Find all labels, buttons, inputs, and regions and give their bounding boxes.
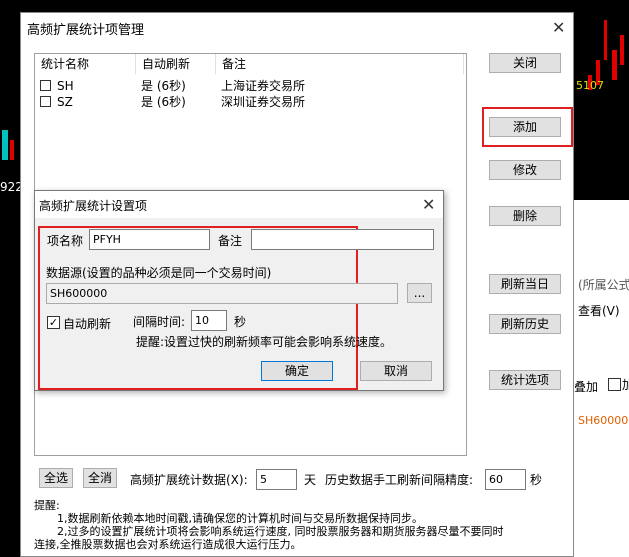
interval-time-label: 间隔时间:: [133, 315, 186, 329]
settings-dialog-title: 高频扩展统计设置项: [39, 199, 148, 213]
source-input[interactable]: SH600000: [46, 283, 398, 304]
refresh-history-button[interactable]: 刷新历史: [489, 314, 561, 334]
auto-refresh-checkbox[interactable]: ✓: [47, 316, 60, 329]
add-button[interactable]: 添加: [489, 117, 561, 137]
item-name-label: 项名称: [47, 234, 84, 248]
days-label: 高频扩展统计数据(X):: [130, 473, 248, 487]
list-item[interactable]: SH 是 (6秒) 上海证券交易所: [35, 78, 466, 94]
row-note: 上海证券交易所: [221, 79, 306, 93]
close-icon[interactable]: ✕: [422, 195, 435, 214]
ok-button[interactable]: 确定: [261, 361, 333, 381]
column-header-auto[interactable]: 自动刷新: [136, 54, 216, 74]
panel-overlay[interactable]: 叠加: [574, 378, 598, 395]
panel-symbol: SH60000: [578, 414, 629, 427]
row-name: SZ: [57, 95, 73, 109]
modify-button[interactable]: 修改: [489, 160, 561, 180]
background-chart-left: 922: [0, 0, 23, 557]
interval-time-unit: 秒: [234, 315, 247, 329]
close-icon[interactable]: ✕: [552, 18, 565, 37]
warning-text: 提醒:设置过快的刷新频率可能会影响系统速度。: [136, 335, 393, 349]
background-panel: (所属公式 查看(V) 叠加 加 SH60000: [574, 200, 629, 557]
panel-add[interactable]: 加: [622, 376, 629, 393]
main-dialog-title: 高频扩展统计项管理: [27, 23, 145, 38]
interval-time-input[interactable]: 10: [191, 310, 227, 331]
source-label: 数据源(设置的品种必须是同一个交易时间): [46, 266, 272, 280]
cancel-button[interactable]: 取消: [360, 361, 432, 381]
row-auto: 是 (6秒): [141, 79, 186, 93]
row-auto: 是 (6秒): [141, 95, 186, 109]
options-button[interactable]: 统计选项: [489, 370, 561, 390]
row-checkbox[interactable]: [40, 96, 51, 107]
delete-button[interactable]: 删除: [489, 206, 561, 226]
interval-unit: 秒: [530, 473, 543, 487]
background-chart-right: 5107: [574, 0, 629, 200]
interval-input[interactable]: 60: [485, 469, 526, 490]
note-label: 备注: [218, 234, 243, 248]
row-note: 深圳证券交易所: [221, 95, 306, 109]
auto-refresh-label[interactable]: 自动刷新: [63, 315, 111, 332]
browse-button[interactable]: ...: [407, 283, 432, 303]
panel-checkbox[interactable]: [608, 378, 621, 391]
interval-label: 历史数据手工刷新间隔精度:: [325, 473, 474, 487]
panel-text-formula: (所属公式: [578, 278, 629, 292]
panel-menu-view[interactable]: 查看(V): [578, 302, 620, 319]
column-header-note[interactable]: 备注: [216, 54, 464, 74]
column-header-name[interactable]: 统计名称: [35, 54, 136, 74]
days-input[interactable]: 5: [256, 469, 297, 490]
row-checkbox[interactable]: [40, 80, 51, 91]
close-button[interactable]: 关闭: [489, 53, 561, 73]
notice-title: 提醒:: [34, 499, 60, 512]
row-name: SH: [57, 79, 74, 93]
item-name-input[interactable]: PFYH: [89, 229, 210, 250]
select-all-button[interactable]: 全选: [39, 468, 73, 488]
list-item[interactable]: SZ 是 (6秒) 深圳证券交易所: [35, 94, 466, 110]
days-unit: 天: [304, 473, 317, 487]
note-input[interactable]: [251, 229, 434, 250]
notice-line-3: 连接,全推股票数据也会对系统运行造成很大运行压力。: [34, 538, 302, 551]
chart-label: 5107: [576, 79, 604, 92]
refresh-today-button[interactable]: 刷新当日: [489, 274, 561, 294]
select-none-button[interactable]: 全消: [83, 468, 117, 488]
settings-dialog: 高频扩展统计设置项 ✕ 项名称 PFYH 备注 数据源(设置的品种必须是同一个交…: [34, 190, 444, 391]
